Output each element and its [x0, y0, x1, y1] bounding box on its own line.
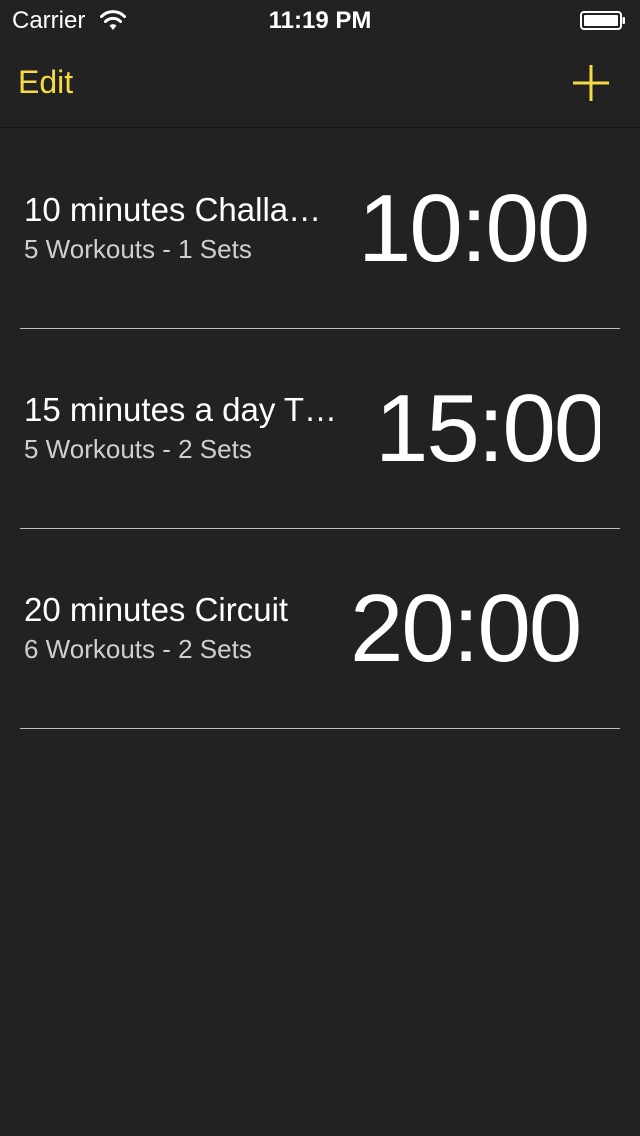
workout-row[interactable]: 10 minutes Challa… 5 Workouts - 1 Sets 1… [0, 129, 640, 329]
workout-title: 10 minutes Challa… [24, 191, 322, 228]
status-bar: Carrier 11:19 PM [0, 0, 640, 40]
row-divider [20, 728, 620, 729]
workout-row[interactable]: 20 minutes Circuit 6 Workouts - 2 Sets 2… [0, 529, 640, 729]
workout-info: 15 minutes a day T… 5 Workouts - 2 Sets [24, 389, 354, 467]
workout-subtitle: 6 Workouts - 2 Sets [24, 634, 252, 664]
workout-subtitle: 5 Workouts - 2 Sets [24, 434, 252, 464]
workout-duration: 20:00 [350, 575, 582, 682]
workout-duration: 15:00 [375, 375, 600, 482]
workout-info: 10 minutes Challa… 5 Workouts - 1 Sets [24, 189, 339, 267]
workout-title: 20 minutes Circuit [24, 591, 289, 628]
plus-icon[interactable] [570, 62, 612, 104]
navigation-bar: Edit [0, 40, 640, 128]
workout-info: 20 minutes Circuit 6 Workouts - 2 Sets [24, 589, 354, 667]
workout-list: 10 minutes Challa… 5 Workouts - 1 Sets 1… [0, 129, 640, 729]
workout-duration: 10:00 [358, 175, 590, 282]
workout-subtitle: 5 Workouts - 1 Sets [24, 234, 252, 264]
workout-row[interactable]: 15 minutes a day T… 5 Workouts - 2 Sets … [0, 329, 640, 529]
edit-button[interactable]: Edit [18, 64, 73, 101]
battery-icon [580, 11, 625, 30]
status-time: 11:19 PM [268, 7, 372, 34]
workout-title: 15 minutes a day T… [24, 391, 338, 428]
